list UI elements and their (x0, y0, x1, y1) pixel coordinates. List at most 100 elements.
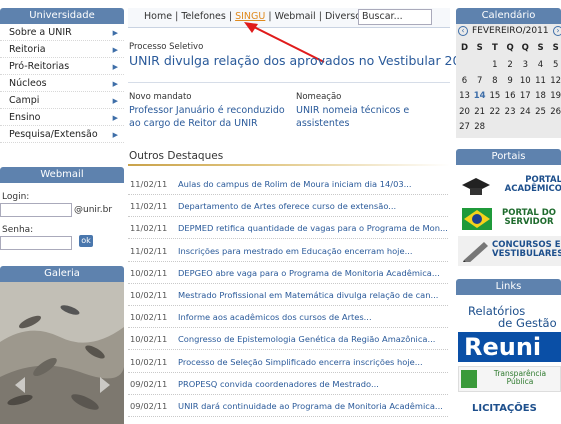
calendar-day[interactable]: 12 (549, 75, 561, 88)
news-row[interactable]: 09/02/11 DEPSI abre vaga para o Programa … (128, 417, 448, 424)
calendar-day[interactable]: 15 (488, 90, 501, 103)
menu-item-label: Campi (9, 95, 40, 106)
news-row[interactable]: 10/02/11 DEPGEO abre vaga para o Programa… (128, 262, 448, 284)
menu-item[interactable]: Reitoria ▶ (0, 42, 124, 58)
brazil-flag-icon (462, 208, 492, 230)
calendar-day[interactable]: 13 (458, 90, 471, 103)
menu-item[interactable]: Sobre a UNIR ▶ (0, 25, 124, 41)
news-row[interactable]: 10/02/11 Mestrado Profissional em Matemát… (128, 284, 448, 306)
calendar-day[interactable]: 14 (473, 90, 486, 103)
calendar-day[interactable]: 27 (458, 121, 471, 134)
news-title-link[interactable]: PROPESQ convida coordenadores de Mestrad… (178, 373, 379, 394)
calendar-day[interactable]: 10 (519, 75, 532, 88)
news-title-link[interactable]: Aulas do campus de Rolim de Moura inicia… (178, 173, 412, 194)
news-title-link[interactable]: Mestrado Profissional em Matemática divu… (178, 284, 438, 305)
nav-separator: | (175, 11, 179, 22)
sub1-kicker: Novo mandato (129, 92, 192, 102)
news-title-link[interactable]: DEPMED retifica quantidade de vagas para… (178, 217, 448, 238)
transparencia-link[interactable]: Transparência Pública (458, 366, 561, 392)
others-title: Outros Destaques (129, 150, 224, 162)
news-date: 11/02/11 (130, 245, 168, 256)
transparencia-icon (461, 370, 477, 388)
concursos-banner[interactable]: CONCURSOS E VESTIBULARES (458, 236, 561, 266)
calendar-day[interactable]: 6 (458, 75, 471, 88)
calendar-day[interactable]: 19 (549, 90, 561, 103)
calendar-day[interactable]: 18 (534, 90, 547, 103)
news-title-link[interactable]: Informe aos acadêmicos dos cursos de Art… (178, 306, 372, 327)
transparencia-line2: Pública (506, 377, 534, 386)
chevron-right-icon: ▶ (112, 131, 118, 139)
relatorios-link[interactable]: Relatórios de Gestão (468, 305, 558, 329)
menu-item[interactable]: Pesquisa/Extensão ▶ (0, 127, 124, 143)
calendar-next-icon[interactable]: › (553, 26, 561, 36)
news-title-link[interactable]: Congresso de Epistemologia Genética da R… (178, 328, 435, 349)
calendar-day[interactable]: 22 (488, 106, 501, 119)
licitacoes-link[interactable]: LICITAÇÕES (472, 403, 537, 414)
password-input[interactable] (0, 236, 72, 250)
news-date: 11/02/11 (130, 201, 168, 212)
news-row[interactable]: 10/02/11 Congresso de Epistemologia Genét… (128, 328, 448, 351)
calendar-day[interactable]: 28 (473, 121, 486, 134)
calendar-day[interactable]: 7 (473, 75, 486, 88)
news-date: 11/02/11 (130, 179, 168, 189)
reuni-link[interactable]: Reuni (458, 332, 561, 362)
news-row[interactable]: 10/02/11 Informe aos acadêmicos dos curso… (128, 306, 448, 329)
calendar-day[interactable]: 17 (519, 90, 532, 103)
news-row[interactable]: 11/02/11 Aulas do campus de Rolim de Mour… (128, 173, 448, 195)
news-row[interactable]: 10/02/11 Processo de Seleção Simplificado… (128, 351, 448, 373)
calendar-weekday: Q (506, 43, 514, 53)
university-panel-title: Universidade (0, 8, 124, 24)
menu-item-label: Pró-Reitorias (9, 61, 70, 72)
news-title-link[interactable]: DEPSI abre vaga para o Programa de Monit… (178, 417, 429, 424)
news-row[interactable]: 11/02/11 DEPMED retifica quantidade de va… (128, 217, 448, 240)
news-row[interactable]: 11/02/11 Inscrições para mestrado em Educ… (128, 240, 448, 262)
pencil-icon (463, 242, 488, 262)
search-input[interactable]: Buscar... (358, 9, 432, 25)
login-ok-button[interactable]: ok (79, 235, 93, 247)
chevron-right-icon: ▶ (112, 63, 118, 71)
calendar-prev-icon[interactable]: ‹ (458, 26, 468, 36)
calendar-day[interactable]: 16 (504, 90, 517, 103)
news-title-link[interactable]: Inscrições para mestrado em Educação enc… (178, 240, 413, 261)
others-underline (128, 164, 450, 166)
calendar-day[interactable]: 8 (488, 75, 501, 88)
menu-item[interactable]: Campi ▶ (0, 93, 124, 109)
calendar-day[interactable]: 24 (519, 106, 532, 119)
calendar-day[interactable]: 9 (504, 75, 517, 88)
calendar-day[interactable]: 20 (458, 106, 471, 119)
menu-item[interactable]: Núcleos ▶ (0, 76, 124, 92)
news-date: 10/02/11 (130, 356, 168, 367)
chevron-right-icon: ▶ (112, 80, 118, 88)
nav-home-link[interactable]: Home (144, 11, 172, 22)
calendar-day[interactable]: 3 (519, 59, 532, 72)
gallery-image[interactable] (0, 282, 124, 424)
lead-headline[interactable]: UNIR divulga relação dos aprovados no Ve… (129, 53, 476, 68)
calendar-weekday: D (460, 43, 469, 53)
sub1-link[interactable]: Professor Januário é reconduzido ao carg… (129, 104, 287, 130)
calendar-day[interactable]: 1 (488, 59, 501, 72)
calendar-day[interactable]: 2 (504, 59, 517, 72)
news-row[interactable]: 11/02/11 Departamento de Artes oferece cu… (128, 195, 448, 218)
calendar-day[interactable]: 25 (534, 106, 547, 119)
calendar-day[interactable]: 23 (504, 106, 517, 119)
news-row[interactable]: 09/02/11 PROPESQ convida coordenadores de… (128, 373, 448, 395)
news-title-link[interactable]: UNIR dará continuidade ao Programa de Mo… (178, 395, 443, 416)
portal-servidor-banner[interactable]: PORTAL DO SERVIDOR (458, 205, 561, 235)
menu-item[interactable]: Ensino ▶ (0, 110, 124, 126)
calendar-day[interactable]: 11 (534, 75, 547, 88)
news-title-link[interactable]: Departamento de Artes oferece curso de e… (178, 195, 396, 216)
menu-item-label: Sobre a UNIR (9, 27, 72, 38)
login-input[interactable] (0, 203, 72, 217)
nav-telefones-link[interactable]: Telefones (181, 11, 226, 22)
calendar-day[interactable]: 5 (549, 59, 561, 72)
calendar-day[interactable]: 4 (534, 59, 547, 72)
portal-academico-banner[interactable]: PORTAL ACADÊMICO (458, 170, 561, 202)
calendar-day[interactable]: 26 (549, 106, 561, 119)
calendar-day[interactable]: 21 (473, 106, 486, 119)
menu-item[interactable]: Pró-Reitorias ▶ (0, 59, 124, 75)
news-title-link[interactable]: Processo de Seleção Simplificado encerra… (178, 351, 423, 372)
news-row[interactable]: 09/02/11 UNIR dará continuidade ao Progra… (128, 395, 448, 417)
news-title-link[interactable]: DEPGEO abre vaga para o Programa de Moni… (178, 262, 440, 283)
sub2-link[interactable]: UNIR nomeia técnicos e assistentes (296, 104, 436, 130)
menu-item-label: Pesquisa/Extensão (9, 129, 98, 140)
